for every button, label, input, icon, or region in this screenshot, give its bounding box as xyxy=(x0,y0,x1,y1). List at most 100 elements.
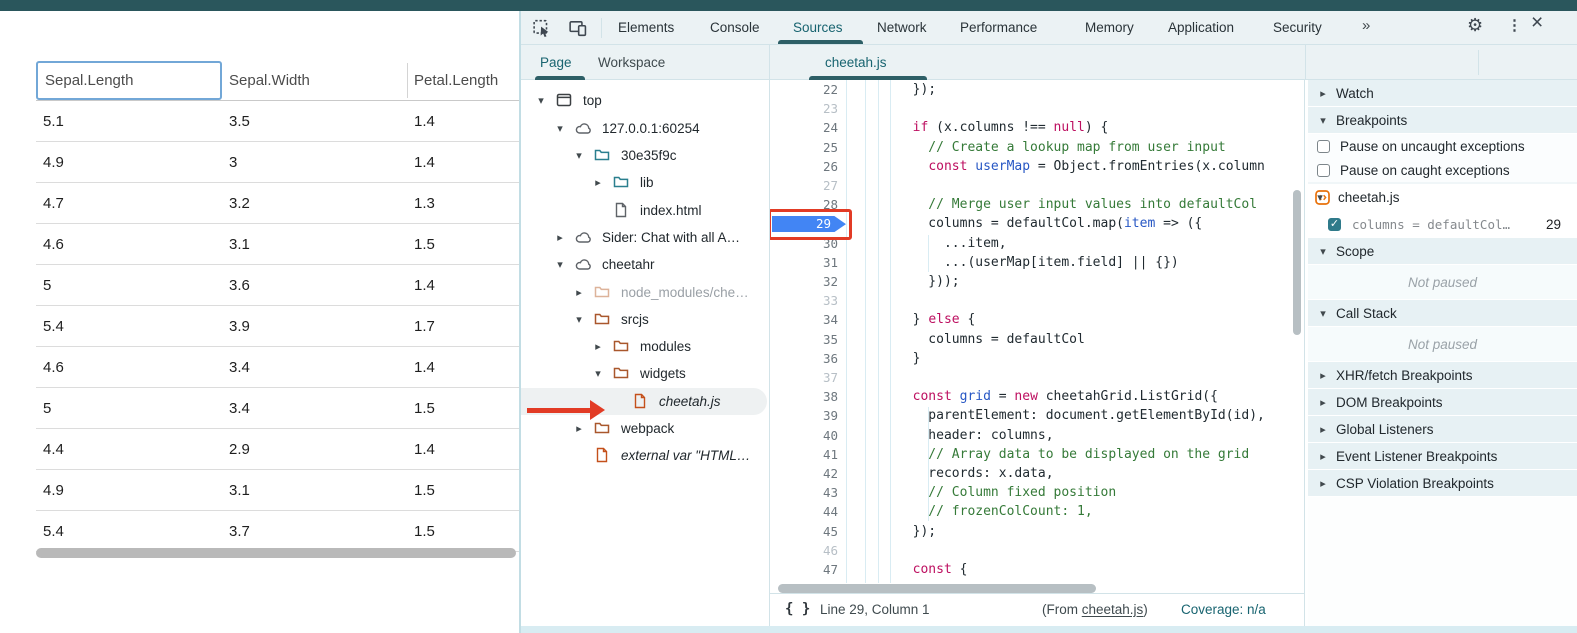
line-number[interactable]: 34 xyxy=(770,310,838,329)
code-line-46[interactable]: 46 xyxy=(770,541,1304,560)
tree-item-modules[interactable]: ▸modules xyxy=(521,333,767,360)
table-cell[interactable]: 5.1 xyxy=(36,101,222,141)
chevron-down-icon[interactable]: ▾ xyxy=(535,94,547,107)
section-dom-breakpoints[interactable]: ▸DOM Breakpoints xyxy=(1308,389,1577,416)
code-line-23[interactable]: 23 xyxy=(770,99,1304,118)
tab-memory[interactable]: Memory xyxy=(1085,11,1134,44)
tab-workspace[interactable]: Workspace xyxy=(598,45,665,79)
table-cell[interactable]: 3 xyxy=(222,142,407,182)
coverage-link[interactable]: Coverage: n/a xyxy=(1181,602,1266,617)
tree-item-cheetahr[interactable]: ▾cheetahr xyxy=(521,251,767,278)
table-cell[interactable]: 3.1 xyxy=(222,224,407,264)
pretty-print-icon[interactable]: { } xyxy=(785,601,810,617)
table-cell[interactable]: 4.9 xyxy=(36,470,222,510)
line-number[interactable]: 38 xyxy=(770,387,838,406)
line-number[interactable]: 45 xyxy=(770,522,838,541)
grid-column-header[interactable]: Sepal.Length xyxy=(36,61,222,100)
code-editor[interactable]: 22 });2324 if (x.columns !== null) {25 /… xyxy=(770,80,1304,583)
table-row[interactable]: 4.42.91.4 xyxy=(36,429,519,470)
table-row[interactable]: 4.73.21.3 xyxy=(36,183,519,224)
line-number[interactable]: 23 xyxy=(770,99,838,118)
code-line-37[interactable]: 37 xyxy=(770,368,1304,387)
section-watch[interactable]: ▸Watch xyxy=(1308,80,1577,107)
table-cell[interactable]: 3.2 xyxy=(222,183,407,223)
code-line-32[interactable]: 32 })); xyxy=(770,272,1304,291)
tab-security[interactable]: Security xyxy=(1273,11,1322,44)
section-csp-violation-breakpoints[interactable]: ▸CSP Violation Breakpoints xyxy=(1308,470,1577,497)
section-breakpoints[interactable]: ▾Breakpoints xyxy=(1308,107,1577,134)
line-number[interactable]: 25 xyxy=(770,138,838,157)
table-cell[interactable]: 1.5 xyxy=(407,388,519,428)
table-cell[interactable]: 3.1 xyxy=(222,470,407,510)
grid-column-header[interactable]: Petal.Length xyxy=(407,61,519,100)
table-cell[interactable]: 1.4 xyxy=(407,429,519,469)
code-line-38[interactable]: 38 const grid = new cheetahGrid.ListGrid… xyxy=(770,387,1304,406)
chevron-down-icon[interactable]: ▾ xyxy=(573,313,585,326)
table-cell[interactable]: 1.5 xyxy=(407,224,519,264)
table-row[interactable]: 5.43.71.5 xyxy=(36,511,519,552)
section-event-listener-breakpoints[interactable]: ▸Event Listener Breakpoints xyxy=(1308,443,1577,470)
chevron-right-icon[interactable]: ▸ xyxy=(573,422,585,435)
table-cell[interactable]: 5 xyxy=(36,265,222,305)
checkbox-unchecked-icon[interactable] xyxy=(1317,140,1330,153)
table-cell[interactable]: 4.9 xyxy=(36,142,222,182)
code-line-42[interactable]: 42 records: x.data, xyxy=(770,464,1304,483)
table-cell[interactable]: 3.5 xyxy=(222,101,407,141)
chevron-down-icon[interactable]: ▾ xyxy=(1317,307,1329,320)
line-number[interactable]: 41 xyxy=(770,445,838,464)
line-number[interactable]: 31 xyxy=(770,253,838,272)
tab-page[interactable]: Page xyxy=(540,45,572,79)
table-cell[interactable]: 1.7 xyxy=(407,306,519,346)
chevron-right-icon[interactable]: ▸ xyxy=(1317,396,1329,409)
tree-item-widgets[interactable]: ▾widgets xyxy=(521,360,767,387)
code-line-22[interactable]: 22 }); xyxy=(770,80,1304,99)
code-line-24[interactable]: 24 if (x.columns !== null) { xyxy=(770,118,1304,137)
tree-item-top[interactable]: ▾top xyxy=(521,87,767,114)
table-cell[interactable]: 4.7 xyxy=(36,183,222,223)
editor-tab-cheetah-js[interactable]: cheetah.js xyxy=(825,45,887,79)
table-cell[interactable]: 4.6 xyxy=(36,347,222,387)
tab-performance[interactable]: Performance xyxy=(960,11,1037,44)
checkbox-unchecked-icon[interactable] xyxy=(1317,164,1330,177)
table-row[interactable]: 53.61.4 xyxy=(36,265,519,306)
device-toolbar-icon[interactable] xyxy=(569,19,587,37)
code-line-25[interactable]: 25 // Create a lookup map from user inpu… xyxy=(770,138,1304,157)
option-pause-on-caught-exceptions[interactable]: Pause on caught exceptions xyxy=(1308,158,1577,182)
option-pause-on-uncaught-exceptions[interactable]: Pause on uncaught exceptions xyxy=(1308,134,1577,158)
table-cell[interactable]: 3.4 xyxy=(222,388,407,428)
line-number[interactable]: 24 xyxy=(770,118,838,137)
chevron-right-icon[interactable]: ▸ xyxy=(1317,450,1329,463)
table-cell[interactable]: 1.4 xyxy=(407,347,519,387)
line-number[interactable]: 35 xyxy=(770,330,838,349)
tree-item-sider-chat-with-all-a-[interactable]: ▸Sider: Chat with all A… xyxy=(521,224,767,251)
table-cell[interactable]: 1.4 xyxy=(407,265,519,305)
chevron-right-icon[interactable]: ▸ xyxy=(1317,369,1329,382)
chevron-down-icon[interactable]: ▾ xyxy=(1317,114,1329,127)
chevron-down-icon[interactable]: ▾ xyxy=(1317,245,1329,258)
table-cell[interactable]: 1.5 xyxy=(407,511,519,551)
section-call-stack[interactable]: ▾Call Stack xyxy=(1308,300,1577,327)
table-row[interactable]: 4.93.11.5 xyxy=(36,470,519,511)
settings-gear-icon[interactable]: ⚙ xyxy=(1467,16,1483,34)
breakpoint-file-group[interactable]: ▾cheetah.js xyxy=(1308,182,1577,210)
code-line-43[interactable]: 43 // Column fixed position xyxy=(770,483,1304,502)
tab-network[interactable]: Network xyxy=(877,11,927,44)
tab-elements[interactable]: Elements xyxy=(618,11,674,44)
table-cell[interactable]: 1.4 xyxy=(407,142,519,182)
table-cell[interactable]: 1.4 xyxy=(407,101,519,141)
code-line-27[interactable]: 27 xyxy=(770,176,1304,195)
table-cell[interactable]: 3.4 xyxy=(222,347,407,387)
table-row[interactable]: 5.13.51.4 xyxy=(36,101,519,142)
tree-item-srcjs[interactable]: ▾srcjs xyxy=(521,306,767,333)
code-line-34[interactable]: 34 } else { xyxy=(770,310,1304,329)
table-row[interactable]: 5.43.91.7 xyxy=(36,306,519,347)
code-line-35[interactable]: 35 columns = defaultCol xyxy=(770,330,1304,349)
code-line-31[interactable]: 31 ...(userMap[item.field] || {}) xyxy=(770,253,1304,272)
section-xhr-fetch-breakpoints[interactable]: ▸XHR/fetch Breakpoints xyxy=(1308,362,1577,389)
chevron-down-icon[interactable]: ▾ xyxy=(554,258,566,271)
close-devtools-icon[interactable]: × xyxy=(1531,14,1543,32)
devtools-menu-icon[interactable]: ⋮ xyxy=(1507,17,1522,35)
line-number[interactable]: 22 xyxy=(770,80,838,99)
tab-console[interactable]: Console xyxy=(710,11,760,44)
section-scope[interactable]: ▾Scope xyxy=(1308,238,1577,265)
